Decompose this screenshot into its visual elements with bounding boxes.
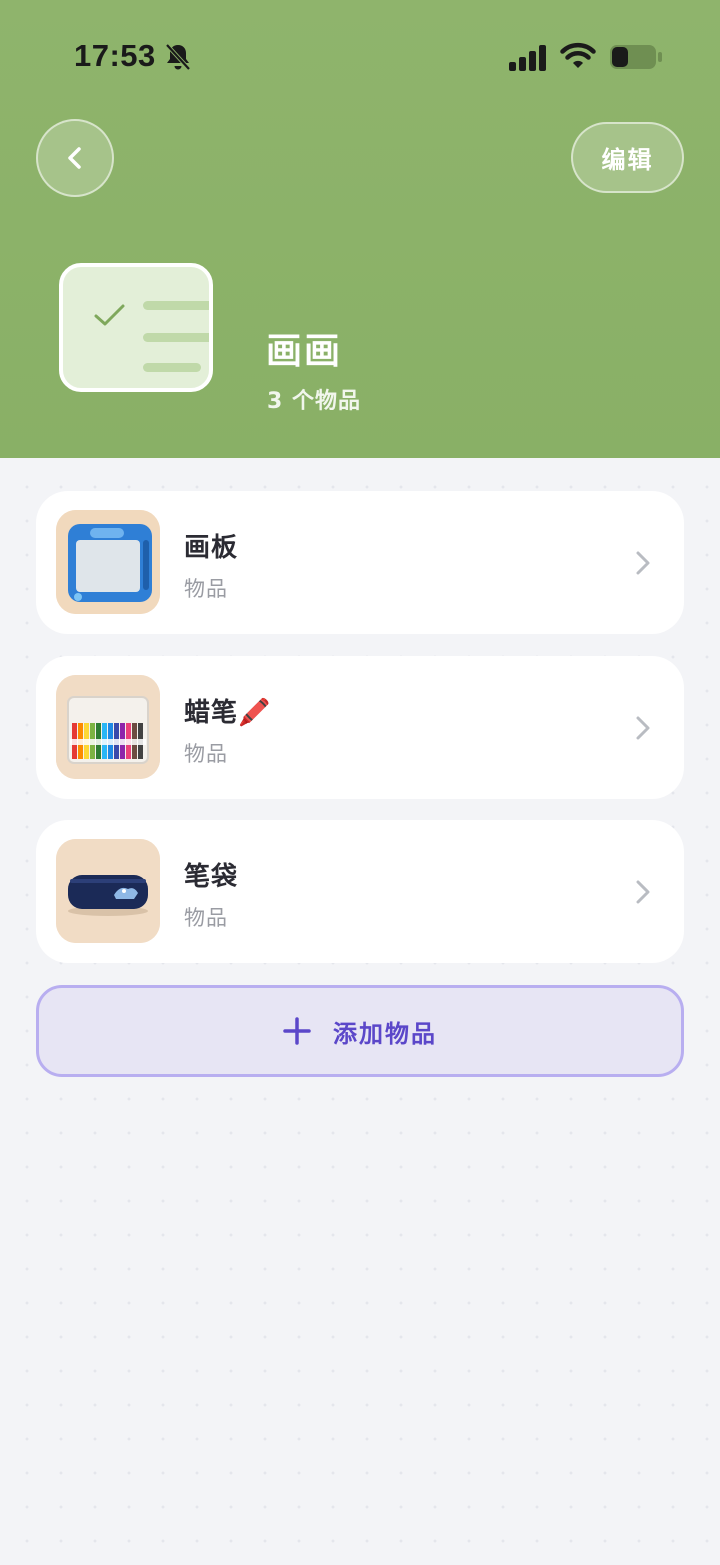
cover-line — [143, 301, 209, 310]
category-cover — [59, 263, 213, 392]
chevron-left-icon — [68, 147, 81, 169]
back-button[interactable] — [36, 119, 114, 197]
item-card[interactable]: 笔袋 物品 — [36, 820, 684, 963]
add-item-button[interactable]: 添加物品 — [36, 985, 684, 1077]
item-card[interactable]: 画板 物品 — [36, 491, 684, 634]
drawing-board-image — [56, 510, 160, 614]
item-type: 物品 — [184, 742, 228, 766]
status-bar: 17:53 — [0, 0, 720, 110]
item-thumbnail — [56, 510, 160, 614]
cover-line — [143, 363, 201, 372]
bell-slash-icon — [165, 43, 191, 71]
item-thumbnail — [56, 675, 160, 779]
item-name: 笔袋 — [184, 862, 239, 892]
crayons-box-image — [56, 675, 160, 779]
checklist-icon — [94, 304, 125, 326]
chevron-right-icon — [636, 716, 650, 740]
item-count: 3 个物品 — [267, 389, 361, 414]
item-name: 蜡笔🖍️ — [184, 698, 272, 728]
signal-icon — [509, 45, 546, 71]
item-type: 物品 — [184, 906, 228, 930]
category-header: 17:53 编辑 画画 3 个物品 — [0, 0, 720, 458]
battery-icon — [610, 45, 662, 69]
wifi-icon — [560, 42, 596, 68]
chevron-right-icon — [636, 880, 650, 904]
item-type: 物品 — [184, 577, 228, 601]
add-item-label: 添加物品 — [333, 1019, 437, 1048]
cover-line — [143, 333, 209, 342]
plus-icon — [283, 1017, 311, 1045]
chevron-right-icon — [636, 551, 650, 575]
item-thumbnail — [56, 839, 160, 943]
pencil-case-image — [56, 839, 160, 943]
item-card[interactable]: 蜡笔🖍️ 物品 — [36, 656, 684, 799]
status-time: 17:53 — [74, 38, 156, 73]
edit-button[interactable]: 编辑 — [571, 122, 684, 193]
item-name: 画板 — [184, 533, 239, 563]
category-title: 画画 — [266, 331, 343, 372]
